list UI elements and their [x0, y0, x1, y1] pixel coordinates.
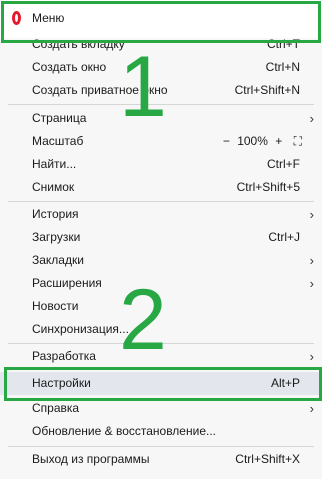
fullscreen-icon[interactable]: ⛶ [294, 134, 302, 148]
zoom-out-button[interactable]: − [223, 134, 230, 148]
chevron-right-icon: › [309, 207, 314, 222]
menu-item-bookmarks[interactable]: Закладки › [0, 249, 322, 272]
menu-separator [8, 201, 314, 202]
chevron-right-icon: › [309, 253, 314, 268]
zoom-in-button[interactable]: + [275, 134, 282, 148]
menu-item-exit[interactable]: Выход из программы Ctrl+Shift+X [0, 448, 322, 471]
chevron-right-icon: › [309, 111, 314, 126]
menu-item-update-recovery[interactable]: Обновление & восстановление... [0, 420, 322, 443]
menu-item-find[interactable]: Найти... Ctrl+F [0, 153, 322, 176]
annotation-number-2: 2 [119, 272, 167, 368]
menu-separator [8, 446, 314, 447]
zoom-controls: − 100% + ⛶ [219, 130, 302, 153]
chevron-right-icon: › [309, 349, 314, 364]
annotation-box-menu [1, 1, 321, 43]
annotation-box-settings [4, 367, 322, 401]
menu-item-snapshot[interactable]: Снимок Ctrl+Shift+5 [0, 176, 322, 199]
menu-item-history[interactable]: История › [0, 203, 322, 226]
chevron-right-icon: › [309, 276, 314, 291]
annotation-number-1: 1 [119, 39, 167, 135]
zoom-level: 100% [237, 134, 268, 148]
menu-item-downloads[interactable]: Загрузки Ctrl+J [0, 226, 322, 249]
